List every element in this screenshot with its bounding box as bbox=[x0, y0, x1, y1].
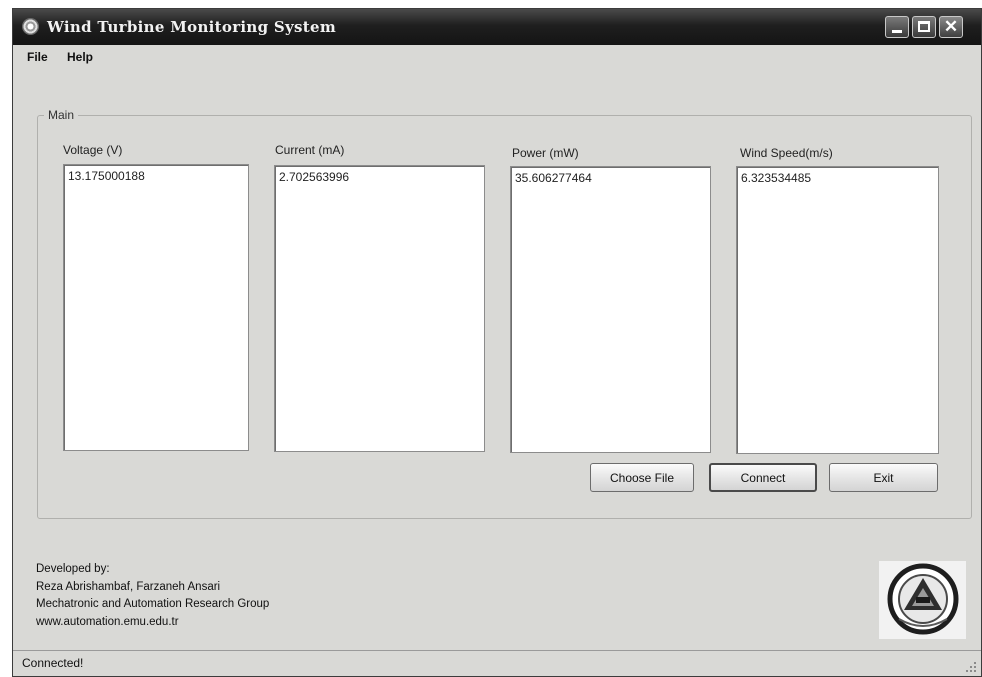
app-window: Wind Turbine Monitoring System ✕ File He… bbox=[12, 8, 982, 677]
close-button[interactable]: ✕ bbox=[939, 16, 963, 38]
maximize-icon bbox=[918, 21, 930, 32]
window-title: Wind Turbine Monitoring System bbox=[47, 18, 337, 36]
close-icon: ✕ bbox=[943, 17, 959, 36]
status-text: Connected! bbox=[22, 656, 84, 670]
current-value[interactable]: 2.702563996 bbox=[279, 170, 349, 184]
wind-speed-value[interactable]: 6.323534485 bbox=[741, 171, 811, 185]
status-bar: Connected! bbox=[13, 650, 981, 676]
app-icon[interactable] bbox=[22, 18, 39, 35]
minimize-button[interactable] bbox=[885, 16, 909, 38]
menu-bar: File Help bbox=[13, 45, 981, 70]
current-label: Current (mA) bbox=[275, 143, 345, 157]
choose-file-button[interactable]: Choose File bbox=[590, 463, 694, 492]
credits-authors: Reza Abrishambaf, Farzaneh Ansari bbox=[36, 580, 221, 593]
emu-logo bbox=[879, 561, 966, 639]
voltage-listbox[interactable]: 13.175000188 bbox=[63, 164, 249, 451]
emu-mechatronics-logo-icon bbox=[887, 563, 959, 635]
power-value[interactable]: 35.606277464 bbox=[515, 171, 592, 185]
power-listbox[interactable]: 35.606277464 bbox=[510, 166, 711, 453]
connect-button[interactable]: Connect bbox=[709, 463, 817, 492]
voltage-label: Voltage (V) bbox=[63, 143, 123, 157]
title-bar[interactable]: Wind Turbine Monitoring System ✕ bbox=[13, 9, 981, 45]
current-listbox[interactable]: 2.702563996 bbox=[274, 165, 485, 452]
minimize-icon bbox=[892, 30, 902, 33]
maximize-button[interactable] bbox=[912, 16, 936, 38]
menu-help[interactable]: Help bbox=[67, 50, 93, 64]
menu-file[interactable]: File bbox=[27, 50, 48, 64]
credits-group: Mechatronic and Automation Research Grou… bbox=[36, 598, 270, 610]
voltage-value[interactable]: 13.175000188 bbox=[68, 169, 145, 183]
power-label: Power (mW) bbox=[512, 146, 579, 160]
exit-button[interactable]: Exit bbox=[829, 463, 938, 492]
wind-speed-label: Wind Speed(m/s) bbox=[740, 146, 833, 160]
credits: Developed by: Reza Abrishambaf, Farzaneh… bbox=[36, 561, 269, 631]
credits-heading: Developed by: bbox=[36, 563, 110, 575]
credits-website: www.automation.emu.edu.tr bbox=[36, 615, 179, 628]
main-group-title: Main bbox=[44, 108, 79, 122]
resize-grip-icon[interactable] bbox=[965, 661, 977, 673]
wind-speed-listbox[interactable]: 6.323534485 bbox=[736, 166, 939, 454]
